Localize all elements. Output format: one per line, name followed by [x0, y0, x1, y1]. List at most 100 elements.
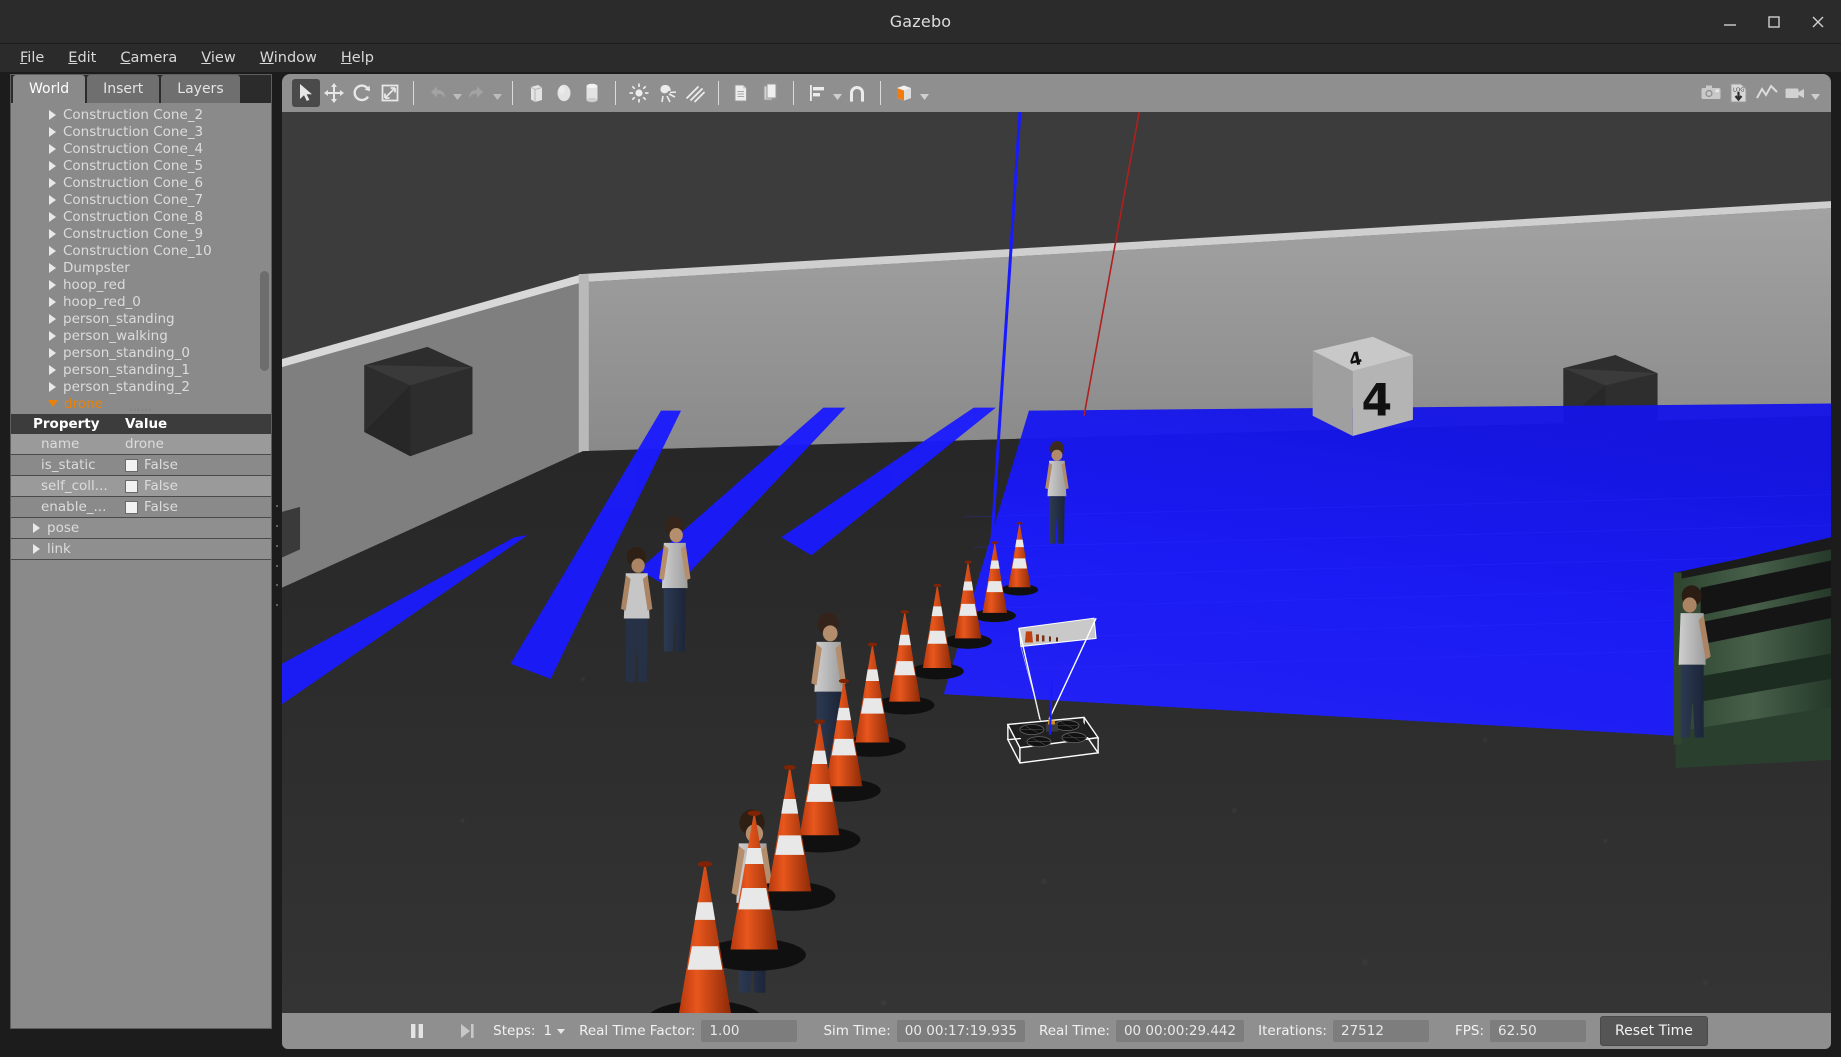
chevron-right-icon[interactable] [49, 262, 56, 273]
property-value-cell[interactable]: drone [119, 434, 271, 454]
chevron-right-icon[interactable] [49, 160, 56, 171]
pause-icon[interactable] [405, 1019, 429, 1043]
reset-time-button[interactable]: Reset Time [1600, 1016, 1708, 1046]
magnet-icon[interactable] [843, 79, 871, 107]
tree-item-person-standing-1[interactable]: person_standing_1 [11, 361, 271, 378]
tree-item-construction-cone-10[interactable]: Construction Cone_10 [11, 242, 271, 259]
tree-item-construction-cone-8[interactable]: Construction Cone_8 [11, 208, 271, 225]
tree-item-hoop-red[interactable]: hoop_red [11, 276, 271, 293]
panel-splitter[interactable] [272, 72, 282, 1057]
property-value-cell[interactable]: False [119, 476, 271, 496]
chevron-right-icon[interactable] [49, 143, 56, 154]
redo-dropdown-caret-icon[interactable] [491, 79, 503, 107]
video-camera-icon[interactable] [1781, 79, 1809, 107]
tree-item-person-standing[interactable]: person_standing [11, 310, 271, 327]
sphere-icon[interactable] [550, 79, 578, 107]
chevron-right-icon[interactable] [49, 126, 56, 137]
cylinder-icon[interactable] [578, 79, 606, 107]
menu-view[interactable]: View [191, 47, 245, 69]
undo-arrow-icon[interactable] [423, 79, 451, 107]
property-row-is_static[interactable]: is_static False [11, 455, 271, 476]
tab-insert[interactable]: Insert [87, 75, 160, 103]
view-cube-icon[interactable] [890, 79, 918, 107]
tree-item-construction-cone-4[interactable]: Construction Cone_4 [11, 140, 271, 157]
gazebo-3d-viewport[interactable]: 4 4 [282, 112, 1831, 1013]
fps-value[interactable]: 62.50 [1490, 1020, 1587, 1042]
chevron-right-icon[interactable] [49, 347, 56, 358]
property-row-name[interactable]: name drone [11, 434, 271, 455]
property-value-cell[interactable]: False [119, 497, 271, 517]
tab-layers[interactable]: Layers [161, 75, 240, 103]
tree-item-dumpster[interactable]: Dumpster [11, 259, 271, 276]
tree-item-person-standing-2[interactable]: person_standing_2 [11, 378, 271, 395]
minimize-icon[interactable] [1721, 13, 1739, 31]
point-light-icon[interactable] [625, 79, 653, 107]
chevron-right-icon[interactable] [33, 523, 40, 533]
menu-camera[interactable]: Camera [110, 47, 187, 69]
chevron-down-icon[interactable] [48, 400, 58, 407]
property-row-enable_[interactable]: enable_... False [11, 497, 271, 518]
plot-line-icon[interactable] [1753, 79, 1781, 107]
property-row-self_coll[interactable]: self_coll... False [11, 476, 271, 497]
tree-item-construction-cone-6[interactable]: Construction Cone_6 [11, 174, 271, 191]
align-icon[interactable] [803, 79, 831, 107]
view-angle-dropdown-caret-icon[interactable] [918, 79, 930, 107]
step-forward-icon[interactable] [455, 1019, 479, 1043]
menu-edit[interactable]: Edit [58, 47, 106, 69]
chevron-right-icon[interactable] [49, 211, 56, 222]
chevron-right-icon[interactable] [49, 228, 56, 239]
property-row-link[interactable]: link [11, 539, 271, 560]
tree-item-construction-cone-2[interactable]: Construction Cone_2 [11, 106, 271, 123]
tree-item-construction-cone-5[interactable]: Construction Cone_5 [11, 157, 271, 174]
maximize-icon[interactable] [1765, 13, 1783, 31]
chevron-right-icon[interactable] [33, 544, 40, 554]
checkbox-is_static[interactable] [125, 458, 138, 472]
chevron-right-icon[interactable] [49, 381, 56, 392]
chevron-right-icon[interactable] [49, 245, 56, 256]
move-arrows-icon[interactable] [320, 79, 348, 107]
checkbox-self_coll[interactable] [125, 479, 138, 493]
property-value-cell[interactable]: False [119, 455, 271, 475]
camera-icon[interactable] [1697, 79, 1725, 107]
redo-arrow-icon[interactable] [463, 79, 491, 107]
tab-world[interactable]: World [13, 75, 86, 103]
steps-dropdown-caret-icon[interactable] [557, 1028, 566, 1034]
chevron-right-icon[interactable] [49, 364, 56, 375]
tree-item-construction-cone-7[interactable]: Construction Cone_7 [11, 191, 271, 208]
align-dropdown-caret-icon[interactable] [831, 79, 843, 107]
tree-item-hoop-red-0[interactable]: hoop_red_0 [11, 293, 271, 310]
menu-file[interactable]: File [10, 47, 54, 69]
chevron-right-icon[interactable] [49, 279, 56, 290]
chevron-right-icon[interactable] [49, 313, 56, 324]
tree-item-construction-cone-3[interactable]: Construction Cone_3 [11, 123, 271, 140]
copy-icon[interactable] [728, 79, 756, 107]
checkbox-enable_[interactable] [125, 500, 138, 514]
tree-item-drone[interactable]: drone [11, 395, 271, 408]
real-time-value[interactable]: 00 00:00:29.442 [1115, 1020, 1245, 1042]
menu-help[interactable]: Help [331, 47, 384, 69]
close-icon[interactable] [1809, 13, 1827, 31]
chevron-right-icon[interactable] [49, 330, 56, 341]
rotate-icon[interactable] [348, 79, 376, 107]
chevron-right-icon[interactable] [49, 194, 56, 205]
tree-item-person-standing-0[interactable]: person_standing_0 [11, 344, 271, 361]
spot-light-icon[interactable] [653, 79, 681, 107]
scale-icon[interactable] [376, 79, 404, 107]
cursor-arrow-icon[interactable] [292, 79, 320, 107]
sim-time-value[interactable]: 00 00:17:19.935 [896, 1020, 1025, 1042]
tree-item-construction-cone-9[interactable]: Construction Cone_9 [11, 225, 271, 242]
steps-value[interactable]: 1 [543, 1023, 552, 1039]
real-time-factor-value[interactable]: 1.00 [701, 1020, 798, 1042]
chevron-right-icon[interactable] [49, 296, 56, 307]
undo-dropdown-caret-icon[interactable] [451, 79, 463, 107]
tree-item-person-walking[interactable]: person_walking [11, 327, 271, 344]
chevron-right-icon[interactable] [49, 177, 56, 188]
log-download-icon[interactable]: LOG [1725, 79, 1753, 107]
paste-icon[interactable] [756, 79, 784, 107]
chevron-right-icon[interactable] [49, 109, 56, 120]
tree-scrollbar[interactable] [260, 271, 269, 371]
menu-window[interactable]: Window [250, 47, 327, 69]
property-row-pose[interactable]: pose [11, 518, 271, 539]
iterations-value[interactable]: 27512 [1332, 1020, 1429, 1042]
directional-light-icon[interactable] [681, 79, 709, 107]
